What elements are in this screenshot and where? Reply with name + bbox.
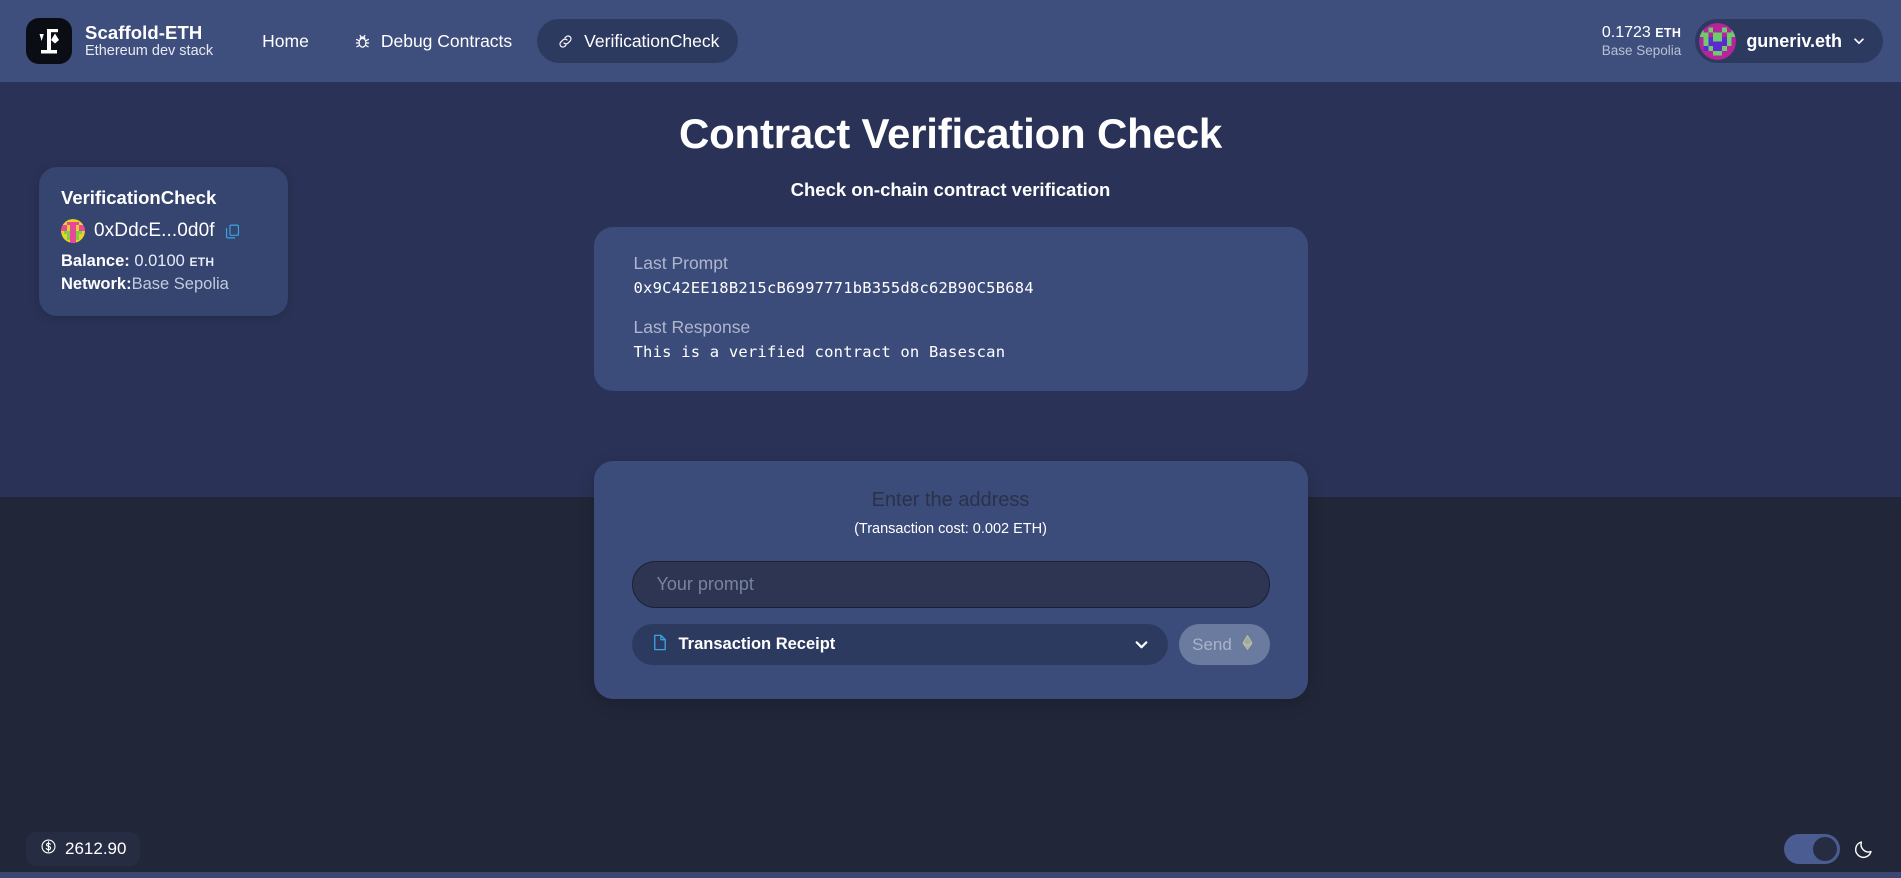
bug-icon <box>353 32 372 51</box>
app-root: Scaffold-ETH Ethereum dev stack Home Deb… <box>0 0 1901 878</box>
contract-address-row: 0xDdcE...0d0f <box>61 219 266 243</box>
nav-label-debug-contracts: Debug Contracts <box>380 30 513 51</box>
account-name: guneriv.eth <box>1746 30 1842 51</box>
eth-price-value: 2612.90 <box>65 839 127 858</box>
brand-title: Scaffold-ETH <box>85 21 203 43</box>
form-section: Enter the address (Transaction cost: 0.0… <box>0 461 1901 878</box>
moon-icon[interactable] <box>1853 838 1875 860</box>
prompt-input[interactable] <box>631 561 1270 608</box>
balance-amount: 0.1723 <box>1601 24 1651 42</box>
blockie-avatar-small <box>61 219 85 243</box>
last-response-label: Last Response <box>633 317 751 337</box>
contract-network-value: Base Sepolia <box>131 275 229 293</box>
nav-label-verificationcheck: VerificationCheck <box>584 30 720 51</box>
brand-text: Scaffold-ETH Ethereum dev stack <box>85 21 214 60</box>
prompt-form-card: Enter the address (Transaction cost: 0.0… <box>593 461 1308 699</box>
footer-bar: 2612.90 <box>0 820 1901 878</box>
dollar-circle-icon <box>40 838 57 860</box>
contract-address: 0xDdcE...0d0f <box>94 220 215 241</box>
transaction-type-select[interactable]: Transaction Receipt <box>631 624 1168 665</box>
eth-price-badge[interactable]: 2612.90 <box>26 832 141 866</box>
form-controls-row: Transaction Receipt Send <box>631 624 1270 665</box>
transaction-type-label: Transaction Receipt <box>678 635 836 653</box>
nav-label-home: Home <box>262 30 309 51</box>
theme-toggle[interactable] <box>1784 834 1840 864</box>
contract-balance-unit: ETH <box>189 255 215 269</box>
last-prompt-value: 0x9C42EE18B215cB6997771bB355d8c62B90C5B6… <box>633 279 1034 297</box>
page-title: Contract Verification Check <box>678 110 1223 157</box>
copy-icon[interactable] <box>224 223 241 240</box>
top-navbar: Scaffold-ETH Ethereum dev stack Home Deb… <box>0 0 1901 82</box>
balance-unit: ETH <box>1655 26 1682 41</box>
document-icon <box>650 633 669 657</box>
send-button[interactable]: Send <box>1178 624 1270 665</box>
nav-item-home[interactable]: Home <box>243 19 328 63</box>
last-response-value: This is a verified contract on Basescan <box>633 343 1006 361</box>
brand[interactable]: Scaffold-ETH Ethereum dev stack <box>26 18 213 64</box>
blockie-avatar <box>1699 22 1737 60</box>
link-icon <box>556 32 575 51</box>
last-prompt-label: Last Prompt <box>633 253 728 273</box>
contract-balance-value: 0.0100 <box>134 252 185 270</box>
chevron-down-icon <box>1133 636 1150 653</box>
ethereum-diamond-icon <box>1239 634 1256 656</box>
balance-display[interactable]: 0.1723 ETH Base Sepolia <box>1602 23 1684 58</box>
header-right: 0.1723 ETH Base Sepolia guneriv.eth <box>1602 19 1883 63</box>
page-subtitle: Check on-chain contract verification <box>790 179 1111 200</box>
theme-toggle-knob <box>1813 837 1837 861</box>
main-nav: Home Debug Contracts VerificationCheck <box>243 19 739 63</box>
contract-balance-row: Balance: 0.0100 ETH <box>61 252 266 271</box>
chevron-down-icon <box>1852 34 1866 48</box>
footer-right <box>1784 834 1875 864</box>
balance-network: Base Sepolia <box>1601 42 1682 58</box>
status-card: Last Prompt 0x9C42EE18B215cB6997771bB355… <box>593 227 1308 391</box>
nav-item-verificationcheck[interactable]: VerificationCheck <box>537 19 739 63</box>
contract-network-label: Network: <box>61 275 132 293</box>
send-button-label: Send <box>1192 634 1232 654</box>
form-transaction-cost: (Transaction cost: 0.002 ETH) <box>854 521 1047 537</box>
contract-balance-label: Balance: <box>61 252 130 270</box>
hero-section: VerificationCheck 0xDdcE...0d0f Balance:… <box>0 82 1901 497</box>
account-button[interactable]: guneriv.eth <box>1695 19 1883 63</box>
contract-network-row: Network:Base Sepolia <box>61 275 266 294</box>
balance-amount-row: 0.1723 ETH <box>1602 23 1681 42</box>
scaffold-eth-logo-icon <box>26 18 72 64</box>
nav-item-debug-contracts[interactable]: Debug Contracts <box>334 19 531 63</box>
form-title: Enter the address <box>871 489 1030 511</box>
brand-subtitle: Ethereum dev stack <box>85 43 214 60</box>
